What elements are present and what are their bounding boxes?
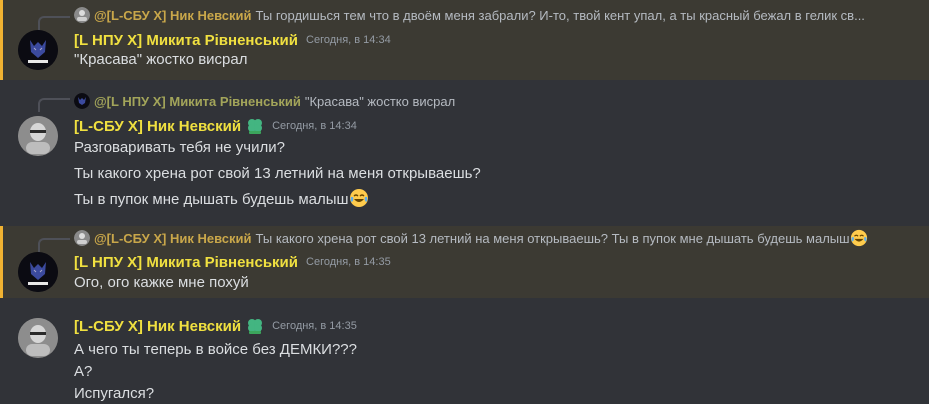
- username[interactable]: [L-СБУ X] Ник Невский: [74, 318, 241, 335]
- reply-text: Ты какого хрена рот свой 13 летний на ме…: [255, 230, 850, 246]
- reply-author[interactable]: @[L-СБУ X] Ник Невский: [94, 8, 252, 23]
- avatar[interactable]: [18, 318, 58, 358]
- message-text-content: Ты в пупок мне дышать будешь малыш: [74, 191, 349, 208]
- message-header: [L НПУ X] Микита Рівненський Сегодня, в …: [74, 252, 391, 272]
- message-text: А?: [74, 363, 93, 380]
- message-1[interactable]: @[L-СБУ X] Ник Невский Ты гордишься тем …: [0, 0, 929, 80]
- mini-avatar-icon: [74, 93, 90, 109]
- clover-badge-icon[interactable]: [246, 117, 264, 135]
- username[interactable]: [L НПУ X] Микита Рівненський: [74, 32, 298, 49]
- avatar[interactable]: [18, 116, 58, 156]
- message-2[interactable]: @[L НПУ X] Микита Рівненський "Красава" …: [0, 88, 929, 218]
- reply-preview[interactable]: @[L-СБУ X] Ник Невский Ты какого хрена р…: [74, 229, 868, 247]
- reply-preview[interactable]: @[L-СБУ X] Ник Невский Ты гордишься тем …: [74, 6, 865, 24]
- reply-text: "Красава" жостко висрал: [304, 93, 456, 109]
- message-header: [L-СБУ X] Ник Невский Сегодня, в 14:35: [74, 316, 357, 336]
- clover-badge-icon[interactable]: [246, 317, 264, 335]
- timestamp[interactable]: Сегодня, в 14:34: [272, 120, 357, 132]
- message-header: [L НПУ X] Микита Рівненський Сегодня, в …: [74, 30, 391, 50]
- message-text: А чего ты теперь в войсе без ДЕМКИ???: [74, 341, 357, 358]
- joy-emoji-icon: [850, 229, 867, 247]
- timestamp[interactable]: Сегодня, в 14:34: [306, 34, 391, 46]
- message-text-content: Ты какого хрена рот свой 13 летний на ме…: [74, 165, 481, 182]
- reply-connector: [38, 238, 70, 252]
- reply-author[interactable]: @[L-СБУ X] Ник Невский: [94, 231, 252, 246]
- reply-connector: [38, 16, 70, 30]
- message-text: Испугался?: [74, 385, 155, 402]
- reply-text: Ты гордишься тем что в двоём меня забрал…: [255, 7, 865, 23]
- joy-emoji-icon: [349, 189, 368, 207]
- message-header: [L-СБУ X] Ник Невский Сегодня, в 14:34: [74, 116, 357, 136]
- mini-avatar-icon: [74, 230, 90, 246]
- message-text: Ты какого хрена рот свой 13 летний на ме…: [74, 164, 481, 184]
- message-text: Ты в пупок мне дышать будешь малыш: [74, 188, 369, 208]
- message-text: Ого, ого кажке мне похуй: [74, 274, 249, 291]
- wolf-logo-icon: [18, 30, 58, 70]
- username[interactable]: [L НПУ X] Микита Рівненський: [74, 254, 298, 271]
- reply-connector: [38, 98, 70, 112]
- message-3[interactable]: @[L-СБУ X] Ник Невский Ты какого хрена р…: [0, 226, 929, 298]
- avatar[interactable]: [18, 252, 58, 292]
- user-photo-icon: [18, 116, 58, 156]
- message-4[interactable]: [L-СБУ X] Ник Невский Сегодня, в 14:35 А…: [0, 306, 929, 404]
- reply-author[interactable]: @[L НПУ X] Микита Рівненський: [94, 94, 301, 109]
- wolf-logo-icon: [18, 252, 58, 292]
- message-text: Разговаривать тебя не учили?: [74, 139, 285, 156]
- reply-preview[interactable]: @[L НПУ X] Микита Рівненський "Красава" …: [74, 92, 455, 110]
- user-photo-icon: [18, 318, 58, 358]
- timestamp[interactable]: Сегодня, в 14:35: [306, 256, 391, 268]
- avatar[interactable]: [18, 30, 58, 70]
- mini-avatar-icon: [74, 7, 90, 23]
- username[interactable]: [L-СБУ X] Ник Невский: [74, 118, 241, 135]
- timestamp[interactable]: Сегодня, в 14:35: [272, 320, 357, 332]
- message-text: "Красава" жостко висрал: [74, 51, 248, 68]
